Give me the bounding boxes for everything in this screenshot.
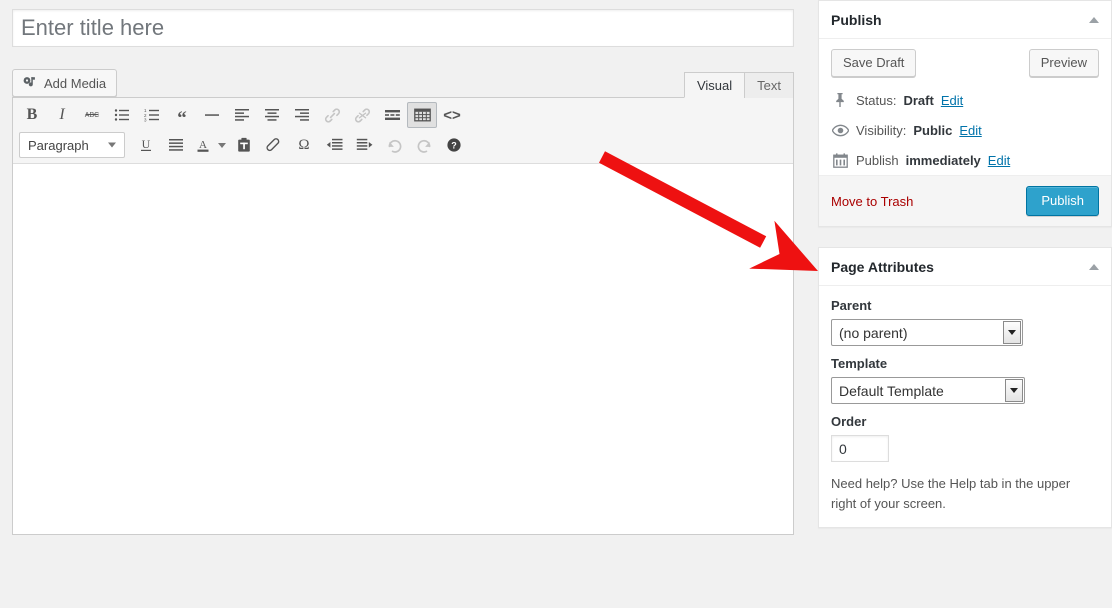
publish-button[interactable]: Publish: [1026, 186, 1099, 216]
page-attributes-panel: Page Attributes Parent (no parent) Templ…: [818, 247, 1112, 528]
italic-icon[interactable]: I: [47, 102, 77, 128]
move-to-trash-link[interactable]: Move to Trash: [831, 194, 913, 209]
template-select-value: Default Template: [839, 383, 944, 399]
editor-toolbar: B I ABC: [13, 98, 793, 164]
publish-panel-header: Publish: [819, 1, 1111, 39]
collapse-toggle-icon[interactable]: [1089, 264, 1099, 270]
code-view-icon[interactable]: <>: [437, 102, 467, 128]
clear-formatting-icon[interactable]: [259, 132, 289, 158]
schedule-edit-link[interactable]: Edit: [988, 153, 1010, 168]
text-color-dropdown-icon[interactable]: [215, 132, 229, 158]
outdent-icon[interactable]: [319, 132, 349, 158]
template-select[interactable]: Default Template: [831, 377, 1025, 404]
post-title-input[interactable]: [12, 9, 794, 47]
svg-text:A: A: [199, 139, 207, 151]
page-attributes-panel-title: Page Attributes: [831, 259, 934, 275]
insert-link-icon[interactable]: [317, 102, 347, 128]
eye-icon: [831, 121, 849, 139]
add-media-label: Add Media: [44, 76, 106, 91]
select-dropdown-arrow-icon: [1003, 321, 1021, 344]
toolbar-toggle-icon[interactable]: [407, 102, 437, 128]
align-justify-icon[interactable]: [161, 132, 191, 158]
remove-link-icon[interactable]: [347, 102, 377, 128]
wordpress-page-editor: Add Media Visual Text B I: [0, 0, 1112, 608]
visibility-edit-link[interactable]: Edit: [959, 123, 981, 138]
undo-icon[interactable]: [379, 132, 409, 158]
template-label: Template: [831, 356, 1099, 371]
publish-panel-body: Save Draft Preview Status: Draft Edit: [819, 39, 1111, 175]
keyboard-shortcuts-help-icon[interactable]: ?: [439, 132, 469, 158]
parent-select[interactable]: (no parent): [831, 319, 1023, 346]
sidebar-column: Publish Save Draft Preview Status: Draft: [818, 0, 1112, 608]
order-input[interactable]: [831, 435, 889, 462]
bulleted-list-icon[interactable]: [107, 102, 137, 128]
visibility-value: Public: [913, 123, 952, 138]
publish-panel: Publish Save Draft Preview Status: Draft: [818, 0, 1112, 227]
schedule-label: Publish: [856, 153, 899, 168]
publish-panel-title: Publish: [831, 12, 882, 28]
tab-text[interactable]: Text: [744, 72, 794, 98]
parent-label: Parent: [831, 298, 1099, 313]
svg-text:ABC: ABC: [85, 112, 99, 119]
schedule-value: immediately: [906, 153, 981, 168]
select-dropdown-arrow-icon: [1005, 379, 1023, 402]
minor-publishing-actions: Save Draft Preview: [831, 49, 1099, 85]
indent-icon[interactable]: [349, 132, 379, 158]
schedule-row: Publish immediately Edit: [831, 145, 1099, 175]
tab-visual[interactable]: Visual: [684, 72, 745, 98]
order-label: Order: [831, 414, 1099, 429]
pin-icon: [831, 91, 849, 109]
align-left-icon[interactable]: [227, 102, 257, 128]
page-attributes-body: Parent (no parent) Template Default Temp…: [819, 286, 1111, 527]
text-color-icon[interactable]: A: [191, 132, 215, 158]
media-icon: [22, 75, 38, 91]
media-buttons-row: Add Media Visual Text: [12, 69, 794, 97]
visibility-label: Visibility:: [856, 123, 906, 138]
redo-icon[interactable]: [409, 132, 439, 158]
parent-select-value: (no parent): [839, 325, 907, 341]
editor-mode-tabs: Visual Text: [685, 72, 794, 98]
status-edit-link[interactable]: Edit: [941, 93, 963, 108]
major-publishing-actions: Move to Trash Publish: [819, 175, 1111, 226]
paste-as-text-icon[interactable]: [229, 132, 259, 158]
page-attributes-help-text: Need help? Use the Help tab in the upper…: [831, 474, 1083, 513]
align-right-icon[interactable]: [287, 102, 317, 128]
status-row: Status: Draft Edit: [831, 85, 1099, 115]
add-media-button[interactable]: Add Media: [12, 69, 117, 97]
paragraph-format-select[interactable]: Paragraph: [19, 132, 125, 158]
horizontal-rule-icon[interactable]: [197, 102, 227, 128]
svg-text:?: ?: [451, 141, 457, 151]
numbered-list-icon[interactable]: 1 2 3: [137, 102, 167, 128]
bold-icon[interactable]: B: [17, 102, 47, 128]
strikethrough-icon[interactable]: ABC: [77, 102, 107, 128]
chevron-down-icon: [108, 143, 116, 148]
editor-column: Add Media Visual Text B I: [0, 0, 806, 608]
preview-button[interactable]: Preview: [1029, 49, 1099, 77]
editor-container: B I ABC: [12, 97, 794, 535]
title-area: [0, 0, 806, 47]
read-more-icon[interactable]: [377, 102, 407, 128]
underline-icon[interactable]: U: [131, 132, 161, 158]
svg-text:U: U: [142, 137, 151, 151]
special-character-icon[interactable]: Ω: [289, 132, 319, 158]
status-label: Status:: [856, 93, 896, 108]
blockquote-icon[interactable]: “: [167, 102, 197, 128]
calendar-icon: [831, 151, 849, 169]
paragraph-format-value: Paragraph: [28, 138, 89, 153]
toolbar-row-2: Paragraph U: [14, 130, 792, 160]
align-center-icon[interactable]: [257, 102, 287, 128]
page-attributes-panel-header: Page Attributes: [819, 248, 1111, 286]
save-draft-button[interactable]: Save Draft: [831, 49, 916, 77]
status-value: Draft: [903, 93, 933, 108]
svg-text:3: 3: [144, 118, 147, 122]
toolbar-row-1: B I ABC: [14, 100, 792, 130]
collapse-toggle-icon[interactable]: [1089, 17, 1099, 23]
visibility-row: Visibility: Public Edit: [831, 115, 1099, 145]
editor-content-area[interactable]: [13, 164, 793, 534]
